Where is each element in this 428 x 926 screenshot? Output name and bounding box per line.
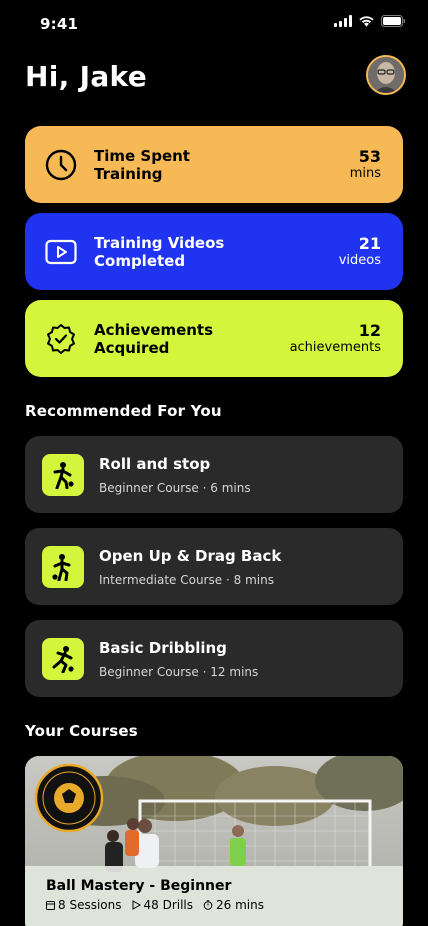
stat-unit: achievements [289, 340, 381, 355]
stat-label: Time Spent Training [94, 146, 190, 183]
stat-unit: videos [338, 253, 381, 268]
stat-label: Training Videos Completed [94, 233, 225, 270]
course-info-panel: Ball Mastery - Beginner 8 Sessions 48 Dr… [25, 866, 403, 926]
calendar-icon [46, 901, 55, 910]
recommended-item[interactable]: Roll and stop Beginner Course · 6 mins [25, 436, 403, 513]
player-drag-icon [42, 545, 84, 588]
recommended-subtitle: Beginner Course · 6 mins [99, 481, 251, 495]
course-duration: 12 mins [210, 664, 259, 679]
play-icon [132, 900, 141, 910]
stat-unit: mins [349, 166, 381, 181]
player-roll-icon [42, 453, 84, 496]
ball-mastery-logo [34, 763, 104, 833]
cellular-signal-icon [334, 15, 352, 27]
course-drills: 48 Drills [143, 898, 194, 912]
status-time: 9:41 [40, 15, 79, 33]
stat-value: 53 [358, 147, 381, 166]
badge-check-icon [45, 323, 77, 355]
recommended-title: Roll and stop [99, 454, 211, 473]
status-icons [334, 15, 406, 27]
recommended-subtitle: Beginner Course · 12 mins [99, 665, 258, 679]
recommended-title: Basic Dribbling [99, 638, 227, 657]
course-meta: 8 Sessions 48 Drills 26 mins [46, 897, 403, 913]
stat-card-videos[interactable]: Training Videos Completed 21 videos [25, 213, 403, 290]
course-sessions: 8 Sessions [58, 898, 122, 912]
stat-card-time[interactable]: Time Spent Training 53 mins [25, 126, 403, 203]
stat-value: 12 [358, 321, 381, 340]
recommended-subtitle: Intermediate Course · 8 mins [99, 573, 281, 587]
stat-card-achievements[interactable]: Achievements Acquired 12 achievements [25, 300, 403, 377]
separator-dot: · [202, 664, 207, 679]
course-card[interactable]: Ball Mastery - Beginner 8 Sessions 48 Dr… [25, 756, 403, 926]
avatar[interactable] [366, 55, 406, 95]
course-duration: 6 mins [210, 480, 251, 495]
course-level: Beginner Course [99, 664, 199, 679]
user-photo-icon [368, 57, 404, 93]
battery-icon [381, 15, 405, 27]
course-level: Beginner Course [99, 480, 199, 495]
greeting-title: Hi, Jake [25, 60, 147, 93]
course-level: Intermediate Course [99, 572, 223, 587]
course-title: Ball Mastery - Beginner [46, 878, 232, 894]
separator-dot: · [202, 480, 207, 495]
recommended-item[interactable]: Basic Dribbling Beginner Course · 12 min… [25, 620, 403, 697]
play-video-icon [45, 236, 77, 268]
recommended-title: Open Up & Drag Back [99, 546, 282, 565]
recommended-item[interactable]: Open Up & Drag Back Intermediate Course … [25, 528, 403, 605]
course-duration: 26 mins [216, 898, 264, 912]
stat-value: 21 [358, 234, 381, 253]
separator-dot: · [225, 572, 230, 587]
clock-icon [45, 149, 77, 181]
course-duration: 8 mins [233, 572, 274, 587]
player-dribble-icon [42, 637, 84, 680]
section-title-recommended: Recommended For You [25, 402, 222, 420]
stat-label: Achievements Acquired [94, 320, 214, 357]
status-bar: 9:41 [0, 0, 428, 48]
section-title-courses: Your Courses [25, 722, 138, 740]
timer-icon [203, 900, 213, 910]
wifi-icon [359, 16, 374, 27]
